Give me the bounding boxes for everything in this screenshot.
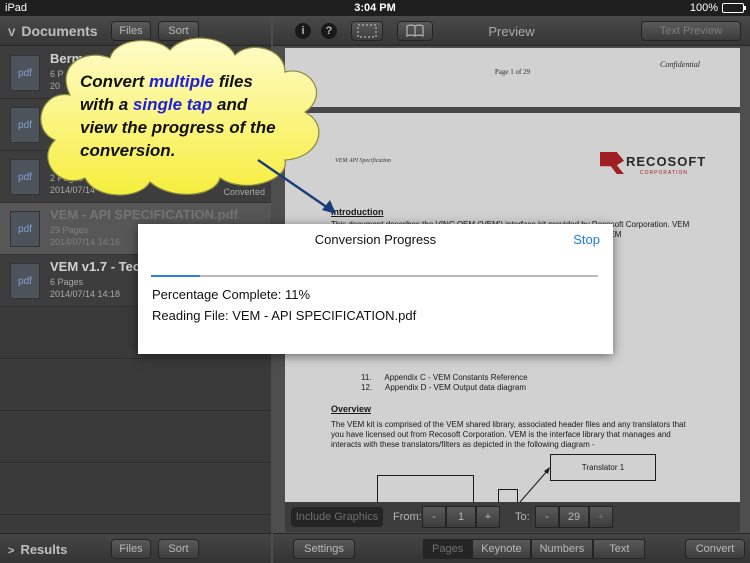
battery-area: 100% [689,2,746,14]
status-bar: iPad 3:04 PM 100% [0,0,750,16]
progress-fill [151,275,201,277]
reading-file-text: Reading File: VEM - API SPECIFICATION.pd… [152,308,417,323]
battery-percent: 100% [689,2,718,14]
stop-button[interactable]: Stop [573,232,600,247]
conversion-progress-dialog: Conversion Progress Stop Percentage Comp… [138,224,613,354]
battery-icon [722,3,746,13]
progress-bar [151,275,598,277]
dialog-title: Conversion Progress [314,232,437,247]
percent-complete-text: Percentage Complete: 11% [152,287,311,302]
clock: 3:04 PM [354,2,396,14]
